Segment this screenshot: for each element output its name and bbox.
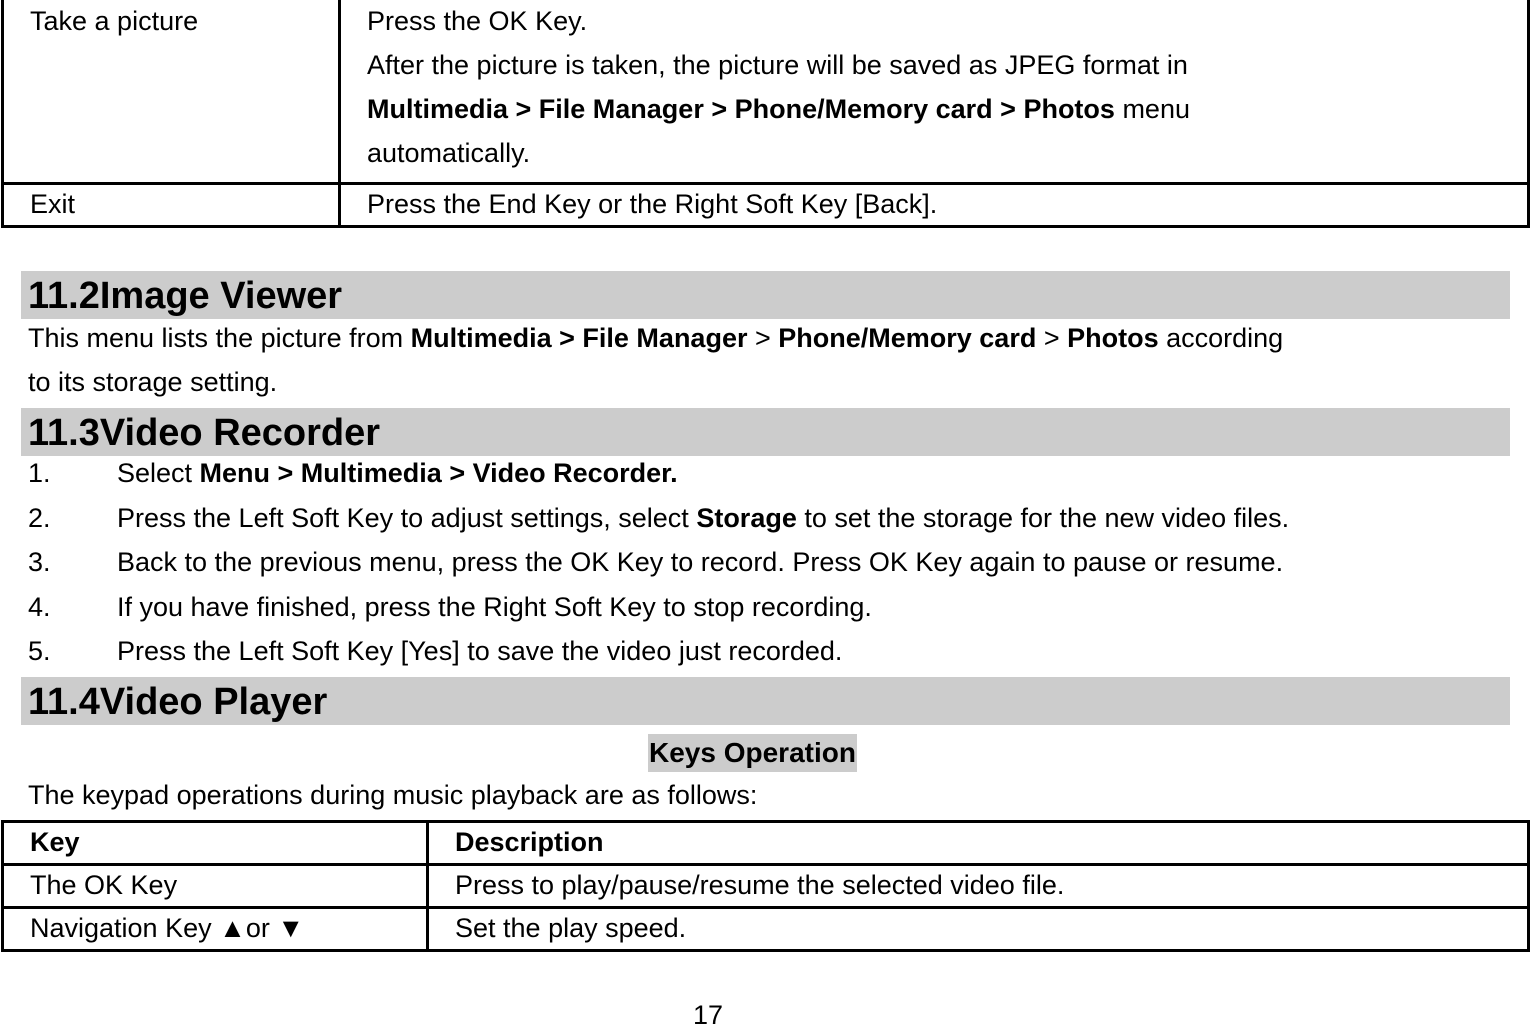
menu-path: Photos (1067, 323, 1159, 353)
step-number: 5. (28, 636, 51, 666)
page-number: 17 (693, 1000, 724, 1030)
para-line: to its storage setting. (28, 367, 278, 397)
key-cell: Take a picture (1, 0, 341, 185)
para-text: This menu lists the picture from (28, 323, 411, 353)
step-number: 1. (28, 458, 51, 488)
step-text: Press the Left Soft Key [Yes] to save th… (117, 636, 843, 666)
table-header-row: Key Description (1, 820, 1530, 866)
table-row: Exit Press the End Key or the Right Soft… (1, 182, 1530, 228)
para-text: according (1158, 323, 1284, 353)
menu-path: Phone/Memory card (778, 323, 1037, 353)
table-caption: Keys Operation (648, 734, 857, 772)
description-cell: Press the End Key or the Right Soft Key … (338, 182, 1530, 228)
para-line: This menu lists the picture from Multime… (28, 316, 1508, 360)
table-row: Take a picture Press the OK Key. After t… (1, 0, 1530, 185)
para-text: > (747, 323, 779, 353)
desc-line: Press the OK Key. (367, 6, 588, 36)
description-cell: Press to play/pause/resume the selected … (426, 863, 1530, 909)
desc-line: Multimedia > File Manager > Phone/Memory… (367, 87, 1527, 131)
video-player-keys-table: Key Description The OK Key Press to play… (1, 820, 1530, 952)
image-viewer-paragraph: This menu lists the picture from Multime… (28, 316, 1508, 404)
section-heading-video-recorder: 11.3Video Recorder (21, 408, 1510, 456)
step-number: 4. (28, 591, 51, 622)
column-header-description: Description (426, 820, 1530, 866)
key-cell: The OK Key (1, 863, 429, 909)
menu-path: Multimedia > File Manager (410, 323, 748, 353)
desc-text: menu (1114, 94, 1190, 124)
table-row: The OK Key Press to play/pause/resume th… (1, 863, 1530, 909)
step-text: If you have finished, press the Right So… (117, 591, 872, 622)
section-heading-image-viewer: 11.2Image Viewer (21, 271, 1510, 319)
step-text: Press the Left Soft Key to adjust settin… (117, 502, 1290, 533)
column-header-key: Key (1, 820, 429, 866)
section-heading-video-player: 11.4Video Player (21, 677, 1510, 725)
step-item: 1. Select Menu > Multimedia > Video Recor… (28, 451, 1508, 496)
desc-line: After the picture is taken, the picture … (367, 50, 1188, 80)
menu-path: Multimedia > File Manager > Phone/Memory… (367, 94, 1115, 124)
step-item: 3. Back to the previous menu, press the O… (28, 540, 1508, 585)
step-item: 2. Press the Left Soft Key to adjust sett… (28, 496, 1508, 541)
key-cell: Navigation Key ▲or ▼ (1, 906, 429, 952)
step-item: 5. Press the Left Soft Key [Yes] to save … (28, 629, 1508, 674)
step-number: 2. (28, 502, 51, 533)
description-cell: Set the play speed. (426, 906, 1530, 952)
description-cell: Press the OK Key. After the picture is t… (338, 0, 1530, 185)
step-text: Back to the previous menu, press the OK … (117, 547, 1284, 577)
video-recorder-steps: 1. Select Menu > Multimedia > Video Recor… (28, 451, 1508, 674)
desc-line: automatically. (367, 138, 531, 168)
intro-text: The keypad operations during music playb… (28, 780, 758, 810)
camera-keys-table: Take a picture Press the OK Key. After t… (1, 0, 1530, 228)
para-text: > (1036, 323, 1068, 353)
step-text: Select Menu > Multimedia > Video Recorde… (117, 458, 678, 488)
step-item: 4. If you have finished, press the Right … (28, 585, 1508, 630)
table-row: Navigation Key ▲or ▼ Set the play speed. (1, 906, 1530, 952)
key-cell: Exit (1, 182, 341, 228)
step-number: 3. (28, 547, 51, 577)
